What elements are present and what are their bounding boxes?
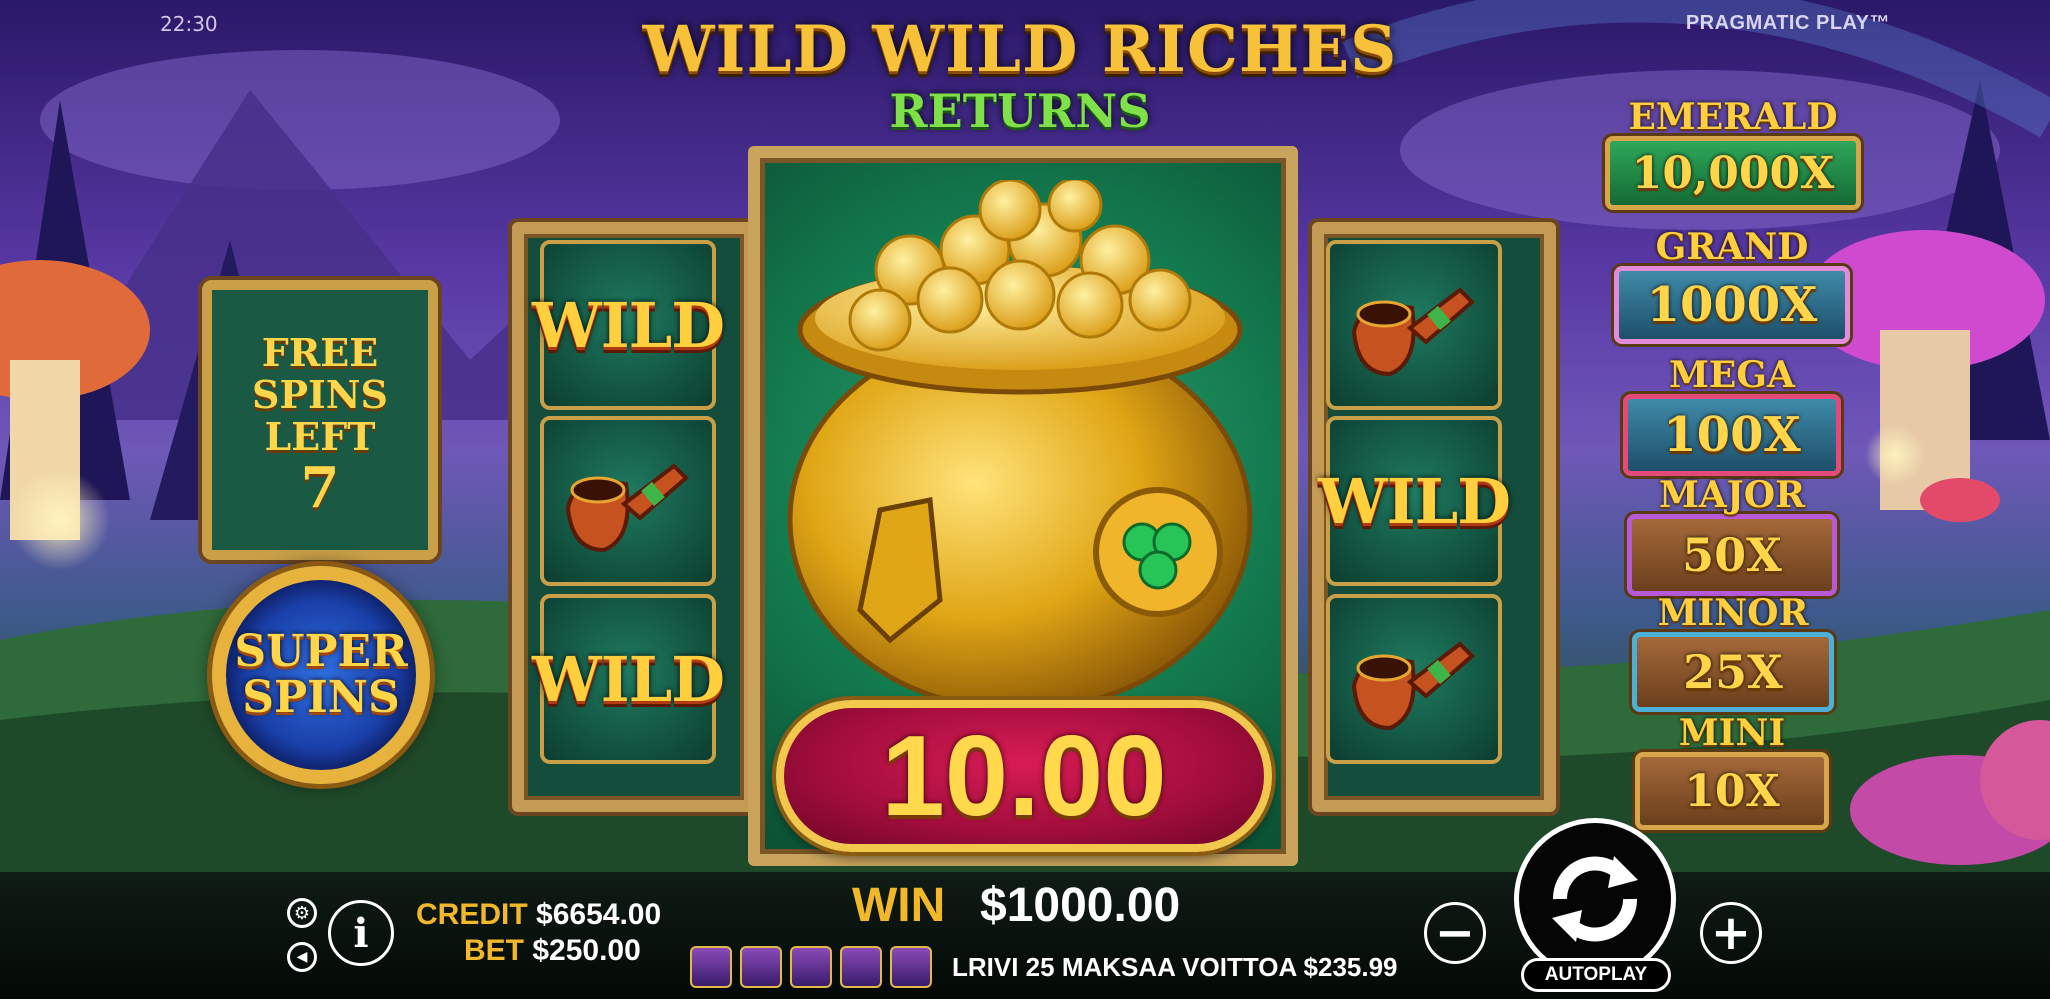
wild-label: WILD	[532, 642, 725, 716]
jackpot-name: MEGA	[1669, 354, 1795, 396]
gear-icon[interactable]: ⚙	[287, 898, 317, 928]
pipe-icon	[565, 463, 689, 553]
plus-icon[interactable]: +	[1700, 902, 1762, 964]
credit-label: CREDIT	[416, 898, 528, 931]
pot-of-gold-icon	[787, 180, 1253, 713]
wild-label: WILD	[1318, 464, 1511, 538]
sound-icon[interactable]: ◀	[287, 942, 317, 972]
spin-button[interactable]	[1514, 818, 1676, 980]
wolf-symbol-icon	[740, 946, 782, 988]
clock: 22:30	[160, 12, 218, 36]
jackpot-value: 100X	[1663, 407, 1801, 463]
bet-display: BET $250.00	[464, 934, 641, 968]
jackpot-value: 1000X	[1646, 277, 1818, 333]
bet-label: BET	[464, 934, 524, 967]
bet-value: $250.00	[532, 934, 641, 967]
jackpot-value: 50X	[1682, 528, 1782, 582]
jackpot-name: GRAND	[1655, 226, 1809, 268]
jackpot-value-box: 10X	[1635, 752, 1829, 830]
wolf-symbol-icon	[840, 946, 882, 988]
jackpot-major: MAJOR 50X	[1626, 476, 1838, 596]
jackpot-value: 25X	[1683, 645, 1783, 699]
jackpot-value: 10,000X	[1631, 147, 1835, 199]
jackpot-grand: GRAND 1000X	[1608, 228, 1856, 344]
super-spins-button[interactable]: SUPER SPINS	[212, 566, 430, 784]
line-win-text: LRIVI 25 MAKSAA VOITTOA $235.99	[952, 952, 1398, 982]
wolf-symbol-icon	[790, 946, 832, 988]
free-spins-count: 7	[300, 455, 340, 521]
game-title: WILD WILD RICHES RETURNS	[620, 14, 1420, 144]
free-spins-label: FREE SPINS LEFT	[252, 330, 388, 459]
jackpot-mini: MINI 10X	[1634, 714, 1830, 830]
wild-symbol: WILD	[1318, 416, 1511, 586]
wild-symbol: WILD	[532, 594, 725, 764]
wolf-symbol-icon	[690, 946, 732, 988]
minus-icon[interactable]: −	[1424, 902, 1486, 964]
jackpot-minor: MINOR 25X	[1630, 594, 1836, 712]
jackpot-name: EMERALD	[1628, 96, 1838, 138]
jackpot-mega: MEGA 100X	[1618, 356, 1846, 476]
credit-value: $6654.00	[536, 898, 662, 931]
center-win-amount: 10.00	[776, 700, 1272, 852]
jackpot-value: 10X	[1684, 765, 1780, 817]
win-value: $1000.00	[980, 879, 1181, 932]
autoplay-button[interactable]: AUTOPLAY	[1521, 958, 1671, 992]
free-spins-panel: FREE SPINS LEFT 7	[202, 280, 438, 560]
brand-logo: PRAGMATIC PLAY™	[1685, 12, 1890, 34]
wild-label: WILD	[532, 288, 725, 362]
pipe-symbol	[1326, 594, 1502, 764]
pipe-icon	[1351, 641, 1475, 731]
jackpot-value-box: 10,000X	[1605, 136, 1861, 210]
info-icon[interactable]: i	[328, 900, 394, 966]
wolf-symbol-icon	[890, 946, 932, 988]
center-win-text: 10.00	[881, 712, 1167, 840]
jackpot-name: MAJOR	[1658, 474, 1806, 516]
title-line1: WILD WILD RICHES	[642, 12, 1398, 87]
jackpot-name: MINOR	[1657, 592, 1809, 634]
super-spins-label: SUPER SPINS	[234, 626, 408, 723]
win-label: WIN	[852, 879, 946, 932]
jackpot-value-box: 25X	[1632, 632, 1834, 712]
title-line2: RETURNS	[889, 84, 1151, 138]
pipe-symbol	[540, 416, 716, 586]
jackpot-value-box: 1000X	[1614, 266, 1850, 344]
jackpot-value-box: 50X	[1627, 514, 1837, 596]
spin-icon	[1552, 856, 1638, 942]
credit-display: CREDIT $6654.00	[416, 898, 661, 932]
pipe-icon	[1351, 287, 1475, 377]
jackpot-value-box: 100X	[1623, 394, 1841, 476]
jackpot-emerald: EMERALD 10,000X	[1598, 98, 1868, 210]
wild-symbol: WILD	[532, 240, 725, 410]
jackpot-name: MINI	[1678, 712, 1786, 754]
pipe-symbol	[1326, 240, 1502, 410]
